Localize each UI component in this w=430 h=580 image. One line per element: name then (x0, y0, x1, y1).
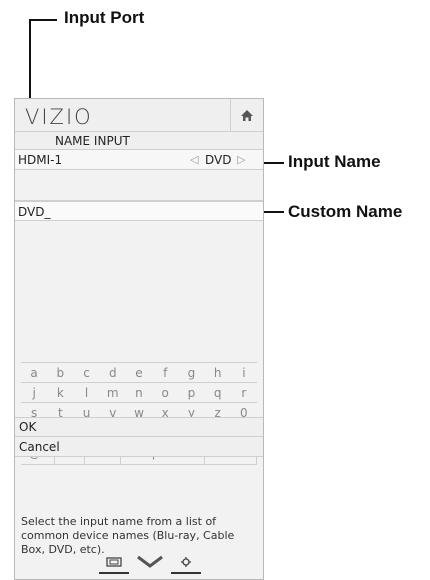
keyboard-key[interactable]: l (73, 383, 99, 402)
page-title: NAME INPUT (55, 134, 130, 148)
cancel-button[interactable]: Cancel (15, 437, 263, 457)
callout-line-top (29, 19, 57, 21)
keyboard-key[interactable]: m (100, 383, 126, 402)
left-arrow-icon[interactable]: ◁ (190, 153, 198, 166)
callout-custom-name: Custom Name (288, 202, 403, 221)
callout-input-name: Input Name (288, 152, 381, 171)
keyboard-key[interactable]: j (21, 383, 47, 402)
keyboard-key[interactable]: i (231, 363, 257, 382)
header-row: VIZIO (15, 99, 263, 132)
keyboard-key[interactable]: a (21, 363, 47, 382)
keyboard-key[interactable]: o (152, 383, 178, 402)
callout-input-port: Input Port (64, 8, 145, 27)
tv-menu-panel: VIZIO NAME INPUT HDMI-1 ◁ DVD ▷ DVD_ abc… (14, 98, 264, 580)
keyboard-key[interactable]: c (73, 363, 99, 382)
home-icon[interactable] (230, 99, 263, 131)
down-chevron-icon[interactable] (136, 554, 164, 572)
vizio-logo: VIZIO (25, 105, 93, 129)
input-name-value[interactable]: DVD (205, 153, 231, 167)
keyboard-row: jklmnopqr (21, 382, 257, 402)
custom-name-value: DVD_ (18, 205, 51, 219)
keyboard-key[interactable]: b (47, 363, 73, 382)
keyboard-key[interactable]: n (126, 383, 152, 402)
keyboard-key[interactable]: q (205, 383, 231, 402)
input-port-label: HDMI-1 (18, 153, 63, 167)
ok-label: OK (19, 420, 37, 434)
keyboard-key[interactable]: f (152, 363, 178, 382)
keyboard-key[interactable]: g (178, 363, 204, 382)
spacer-row (15, 170, 263, 201)
help-text: Select the input name from a list of com… (21, 515, 235, 556)
keyboard-key[interactable]: h (205, 363, 231, 382)
ok-button[interactable]: OK (15, 417, 263, 437)
custom-name-field[interactable]: DVD_ (15, 201, 263, 221)
keyboard-key[interactable]: r (231, 383, 257, 402)
keyboard-row: abcdefghi (21, 362, 257, 382)
keyboard-key[interactable]: p (178, 383, 204, 402)
keyboard-key[interactable]: e (126, 363, 152, 382)
right-arrow-icon[interactable]: ▷ (237, 153, 245, 166)
keyboard-key[interactable]: d (100, 363, 126, 382)
settings-icon[interactable] (171, 554, 201, 574)
title-row: NAME INPUT (15, 132, 263, 150)
keyboard-key[interactable]: k (47, 383, 73, 402)
bottom-nav (99, 554, 209, 574)
input-row[interactable]: HDMI-1 ◁ DVD ▷ (15, 150, 263, 170)
input-icon[interactable] (99, 554, 129, 574)
cancel-label: Cancel (19, 439, 60, 454)
